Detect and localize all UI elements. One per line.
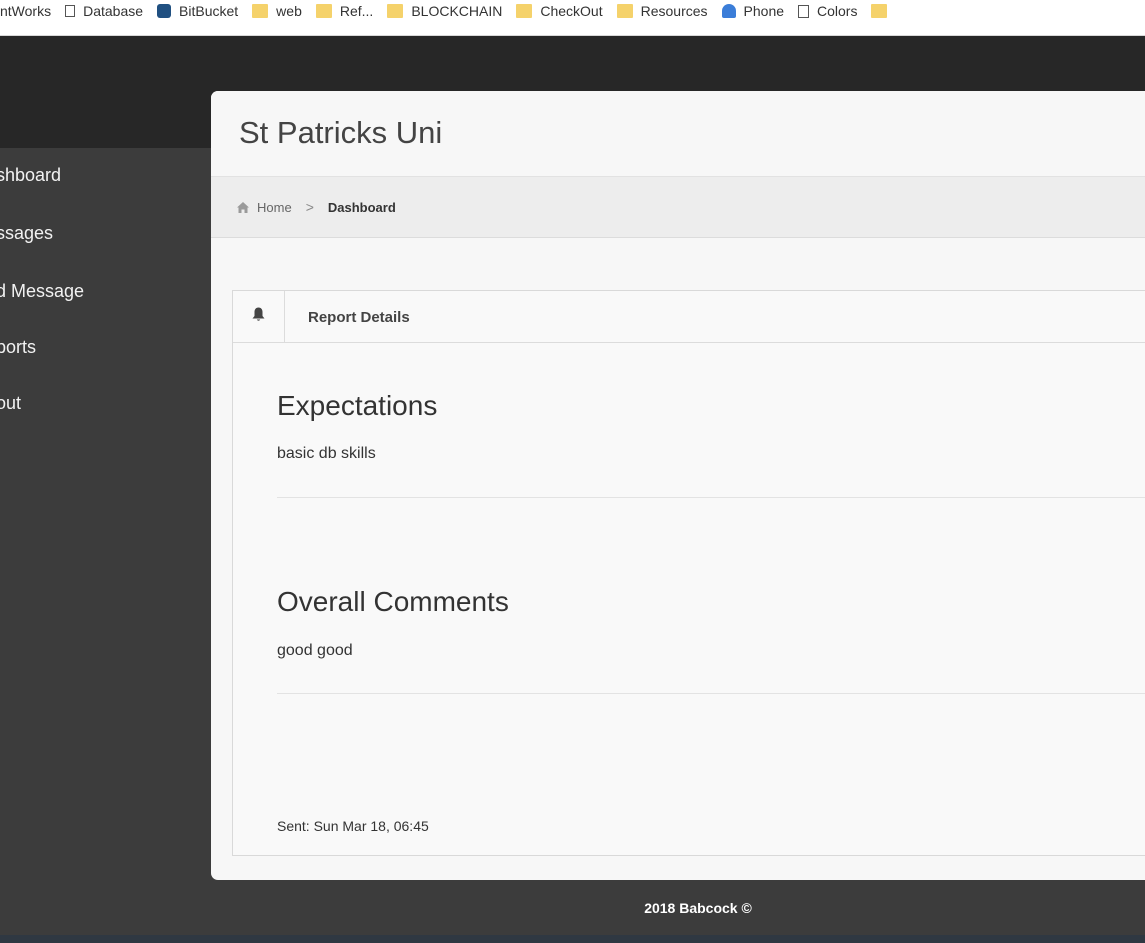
person-icon xyxy=(721,4,736,18)
comments-text: good good xyxy=(277,642,353,659)
sidebar-item-reports[interactable]: ports xyxy=(0,337,36,358)
bookmark-label: Resources xyxy=(640,3,708,19)
bookmark-ref[interactable]: Ref... xyxy=(315,3,374,19)
bottom-strip xyxy=(0,935,1145,943)
bookmark-label: ntWorks xyxy=(0,3,52,19)
sidebar-item-dashboard[interactable]: shboard xyxy=(0,165,61,186)
bookmark-database[interactable]: Database xyxy=(65,3,143,19)
footer-copyright: 2018 Babcock © xyxy=(644,899,752,916)
footer: 2018 Babcock © xyxy=(211,880,1145,935)
page-title: St Patricks Uni xyxy=(239,115,443,150)
sidebar-item-label: shboard xyxy=(0,165,62,185)
sidebar-item-label: ssages xyxy=(0,223,54,243)
bookmark-colors[interactable]: Colors xyxy=(798,3,857,19)
sidebar: shboard ssages d Message ports out xyxy=(0,148,211,943)
sidebar-item-label: out xyxy=(0,393,22,413)
bookmark-label: Phone xyxy=(743,3,785,19)
comments-heading: Overall Comments xyxy=(277,586,509,617)
main-panel: St Patricks Uni Home > Dashboard Report … xyxy=(211,91,1145,880)
folder-icon xyxy=(516,4,533,18)
bookmark-label: CheckOut xyxy=(540,3,603,19)
bookmark-blockchain[interactable]: BLOCKCHAIN xyxy=(387,3,502,19)
sidebar-item-messages[interactable]: ssages xyxy=(0,223,53,244)
home-icon xyxy=(237,201,249,213)
sidebar-item-label: d Message xyxy=(0,281,85,301)
breadcrumb-home-link[interactable]: Home xyxy=(257,200,292,215)
bookmark-label: Database xyxy=(83,3,144,19)
bookmark-label: BitBucket xyxy=(179,3,239,19)
bitbucket-icon xyxy=(157,4,172,18)
folder-icon xyxy=(616,4,633,18)
page-icon xyxy=(798,4,810,18)
database-icon xyxy=(65,5,76,17)
bookmark-resources[interactable]: Resources xyxy=(616,3,708,19)
sent-timestamp: Sent: Sun Mar 18, 06:45 xyxy=(277,818,429,834)
bell-icon-box xyxy=(233,291,285,342)
breadcrumb-current: Dashboard xyxy=(327,199,396,215)
expectations-heading: Expectations xyxy=(277,390,438,421)
breadcrumb-separator: > xyxy=(305,199,314,215)
section-divider xyxy=(277,693,1145,694)
page-header: St Patricks Uni xyxy=(211,91,1145,176)
sidebar-item-label: ports xyxy=(0,337,37,357)
folder-icon xyxy=(871,4,888,18)
folder-icon xyxy=(315,4,332,18)
report-card: Report Details Expectations basic db ski… xyxy=(232,290,1145,856)
bell-icon xyxy=(252,307,265,327)
bookmarks-bar: ntWorks Database BitBucket web Ref... BL… xyxy=(0,0,1145,36)
bookmark-bitbucket[interactable]: BitBucket xyxy=(157,3,238,19)
bookmark-web[interactable]: web xyxy=(252,3,302,19)
bookmark-phone[interactable]: Phone xyxy=(721,3,785,19)
breadcrumb: Home > Dashboard xyxy=(211,176,1145,238)
folder-icon xyxy=(252,4,269,18)
section-divider xyxy=(277,497,1145,498)
report-card-header: Report Details xyxy=(233,291,1145,343)
sidebar-item-send-message[interactable]: d Message xyxy=(0,281,84,302)
bookmark-label: BLOCKCHAIN xyxy=(411,3,503,19)
folder-icon xyxy=(387,4,404,18)
bookmark-checkout[interactable]: CheckOut xyxy=(516,3,603,19)
expectations-text: basic db skills xyxy=(277,445,376,462)
report-card-title: Report Details xyxy=(308,309,410,326)
bookmark-folder-overflow[interactable] xyxy=(871,4,895,18)
bookmark-label: Colors xyxy=(817,3,858,19)
sidebar-item-logout[interactable]: out xyxy=(0,393,21,414)
bookmark-label: web xyxy=(276,3,302,19)
bookmark-networks[interactable]: ntWorks xyxy=(0,3,51,19)
bookmark-label: Ref... xyxy=(339,3,374,19)
